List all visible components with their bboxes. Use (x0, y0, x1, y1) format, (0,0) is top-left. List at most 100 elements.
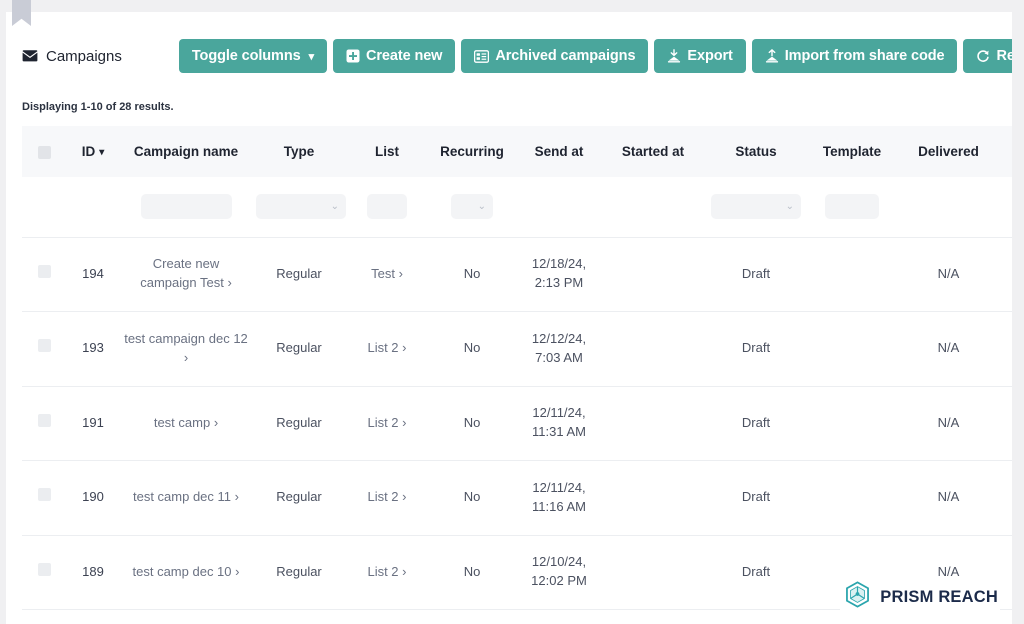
cell-recurring: No (428, 460, 516, 536)
header-overflow (1001, 126, 1012, 177)
filter-recurring-select[interactable]: ⌄ (451, 194, 493, 220)
header-delivered[interactable]: Delivered (896, 126, 1001, 177)
toggle-columns-button[interactable]: Toggle columns ▾ (178, 39, 327, 73)
list-link[interactable]: List 2 (367, 340, 398, 355)
table-row[interactable]: 190 test camp dec 11 › Regular List 2 › … (22, 460, 1012, 536)
cell-campaign-name[interactable]: test camp dec 11 › (120, 460, 252, 536)
list-link[interactable]: List 2 (367, 564, 398, 579)
row-checkbox[interactable] (37, 339, 51, 353)
header-started-at[interactable]: Started at (602, 126, 704, 177)
list-link[interactable]: List 2 (367, 415, 398, 430)
campaign-name-link[interactable]: test camp (154, 415, 210, 430)
row-select-cell[interactable] (22, 535, 66, 610)
header-send-at[interactable]: Send at (516, 126, 602, 177)
cell-type: Regular (252, 535, 346, 610)
list-link[interactable]: List 2 (367, 489, 398, 504)
toggle-columns-label: Toggle columns (191, 48, 301, 64)
screenshot-root: Campaigns Toggle columns ▾ Create new Ar… (0, 0, 1024, 624)
filter-status-select[interactable]: ⌄ (711, 194, 801, 220)
filter-campaign-name-input[interactable] (140, 194, 232, 220)
cell-type: Regular (252, 386, 346, 461)
table-row[interactable]: 191 test camp › Regular List 2 › No 12/1… (22, 386, 1012, 461)
filter-cell-overflow (1001, 177, 1012, 238)
chevron-right-icon: › (213, 414, 219, 430)
header-recurring[interactable]: Recurring (428, 126, 516, 177)
row-select-cell[interactable] (22, 386, 66, 461)
import-from-share-code-button[interactable]: Import from share code (751, 39, 958, 73)
cell-send-at: 12/10/24, 12:02 PM (516, 535, 602, 610)
campaign-name-link[interactable]: Create new campaign Test (140, 256, 224, 290)
cell-list[interactable]: Test › (346, 237, 428, 312)
row-select-cell[interactable] (22, 460, 66, 536)
cell-campaign-name[interactable]: test campaign dec 12 › (120, 311, 252, 387)
filter-cell-send-at (516, 177, 602, 238)
send-at-date: 12/11/24, (532, 405, 586, 421)
header-select-all[interactable] (22, 126, 66, 177)
row-checkbox[interactable] (37, 488, 51, 502)
cell-overflow (1001, 535, 1012, 610)
refresh-button[interactable]: Refresh (963, 39, 1012, 73)
archived-campaigns-button[interactable]: Archived campaigns (461, 39, 649, 73)
archive-icon (474, 49, 490, 63)
chevron-down-icon: ⌄ (477, 200, 486, 212)
cell-type: Regular (252, 460, 346, 536)
create-new-button[interactable]: Create new (333, 39, 456, 73)
list-link[interactable]: Test (371, 266, 395, 281)
row-select-cell[interactable] (22, 237, 66, 312)
header-campaign-name[interactable]: Campaign name (120, 126, 252, 177)
cell-started-at (602, 237, 704, 312)
cell-template (808, 386, 896, 461)
table-row[interactable]: 193 test campaign dec 12 › Regular List … (22, 311, 1012, 387)
campaign-name-link[interactable]: test campaign dec 12 (124, 331, 248, 346)
cell-overflow (1001, 386, 1012, 461)
header-type[interactable]: Type (252, 126, 346, 177)
row-checkbox[interactable] (37, 413, 51, 427)
cell-delivered: N/A (896, 386, 1001, 461)
cell-type: Regular (252, 311, 346, 387)
filter-template-input[interactable] (825, 194, 879, 220)
cell-list[interactable]: List 2 › (346, 460, 428, 536)
header-status[interactable]: Status (704, 126, 808, 177)
chevron-right-icon: › (402, 563, 407, 579)
cell-campaign-name[interactable]: test camp › (120, 386, 252, 461)
cell-id: 193 (66, 311, 120, 387)
cell-started-at (602, 535, 704, 610)
campaign-name-link[interactable]: test camp dec 10 (133, 564, 232, 579)
cell-type: Regular (252, 237, 346, 312)
cell-id: 194 (66, 237, 120, 312)
page-header: Campaigns Toggle columns ▾ Create new Ar… (6, 30, 1012, 82)
cell-list[interactable]: List 2 › (346, 311, 428, 387)
refresh-label: Refresh (996, 48, 1012, 64)
cell-list[interactable]: List 2 › (346, 535, 428, 610)
header-id-label: ID (81, 144, 96, 159)
chevron-right-icon: › (234, 489, 239, 505)
filter-cell-recurring: ⌄ (428, 177, 516, 238)
cell-delivered: N/A (896, 311, 1001, 387)
page-title: Campaigns (22, 48, 122, 65)
cell-recurring: No (428, 311, 516, 387)
cell-recurring: No (428, 535, 516, 610)
header-id[interactable]: ID ▾ (66, 126, 120, 177)
row-checkbox[interactable] (37, 264, 51, 278)
filter-list-input[interactable] (367, 194, 407, 220)
row-select-cell[interactable] (22, 311, 66, 387)
header-list[interactable]: List (346, 126, 428, 177)
cell-campaign-name[interactable]: test camp dec 10 › (120, 535, 252, 610)
header-template[interactable]: Template (808, 126, 896, 177)
cell-overflow (1001, 237, 1012, 312)
table-row[interactable]: 194 Create new campaign Test › Regular T… (22, 237, 1012, 312)
send-at-time: 12:02 PM (531, 573, 587, 589)
table-header-row: ID ▾ Campaign name Type List Recurring Se… (22, 126, 1012, 177)
filter-type-select[interactable]: ⌄ (256, 194, 346, 220)
campaign-name-link[interactable]: test camp dec 11 (133, 489, 231, 504)
cell-list[interactable]: List 2 › (346, 386, 428, 461)
chevron-right-icon: › (183, 349, 189, 365)
filter-cell-type: ⌄ (252, 177, 346, 238)
export-button[interactable]: Export (654, 39, 746, 73)
header-toolbar: Toggle columns ▾ Create new Archived cam… (178, 39, 1012, 73)
row-checkbox[interactable] (37, 562, 51, 576)
select-all-checkbox[interactable] (37, 145, 51, 159)
filter-cell-delivered (896, 177, 1001, 238)
cell-started-at (602, 311, 704, 387)
cell-campaign-name[interactable]: Create new campaign Test › (120, 237, 252, 312)
